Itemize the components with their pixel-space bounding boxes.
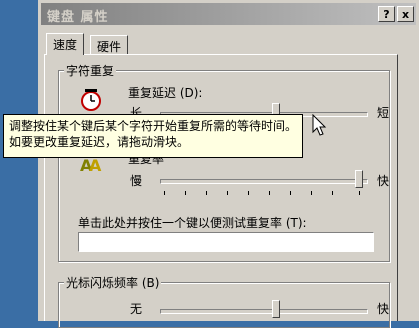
repeat-test-label: 单击此处并按住一个键以便测试重复率 (T): <box>78 216 307 230</box>
tab-hardware[interactable]: 硬件 <box>90 35 129 54</box>
tick <box>332 191 333 195</box>
tick <box>206 191 207 195</box>
repeat-rate-slider-thumb[interactable] <box>355 170 363 188</box>
cursor-blink-max-label: 快 <box>377 302 390 316</box>
mouse-cursor-icon <box>312 113 328 141</box>
repeat-delay-label: 重复延迟 (D): <box>128 86 203 100</box>
tab-speed-label: 速度 <box>53 38 78 52</box>
repeat-rate-min-label: 慢 <box>130 174 143 188</box>
repeat-rate-max-label: 快 <box>377 174 390 188</box>
tick <box>164 191 165 195</box>
repeat-test-input[interactable] <box>78 232 374 252</box>
svg-text:A: A <box>89 156 102 175</box>
window-title: 键盘 属性 <box>47 10 109 25</box>
repeat-delay-max-label: 短 <box>377 106 390 120</box>
help-button[interactable]: ? <box>378 6 395 22</box>
tick <box>359 191 360 195</box>
tick <box>311 191 312 195</box>
title-bar[interactable]: 键盘 属性 ? x <box>41 3 416 25</box>
tick <box>227 191 228 195</box>
tick <box>290 191 291 195</box>
tab-hardware-label: 硬件 <box>97 40 122 54</box>
tick <box>185 191 186 195</box>
character-repeat-label: 字符重复 <box>64 62 117 79</box>
cursor-blink-slider-thumb[interactable] <box>272 300 280 318</box>
cursor-blink-label: 光标闪烁频率 (B) <box>64 274 162 291</box>
repeat-delay-icon <box>80 88 106 114</box>
close-button[interactable]: x <box>397 6 414 22</box>
tick <box>269 191 270 195</box>
tab-speed[interactable]: 速度 <box>46 33 85 55</box>
tick <box>248 191 249 195</box>
repeat-rate-track[interactable] <box>160 179 368 184</box>
tooltip: 调整按住某个键后某个字符开始重复所需的等待时间。如要更改重复延迟，请拖动滑块。 <box>3 114 303 158</box>
cursor-blink-min-label: 无 <box>130 302 143 316</box>
cursor-blink-track[interactable] <box>160 309 368 314</box>
